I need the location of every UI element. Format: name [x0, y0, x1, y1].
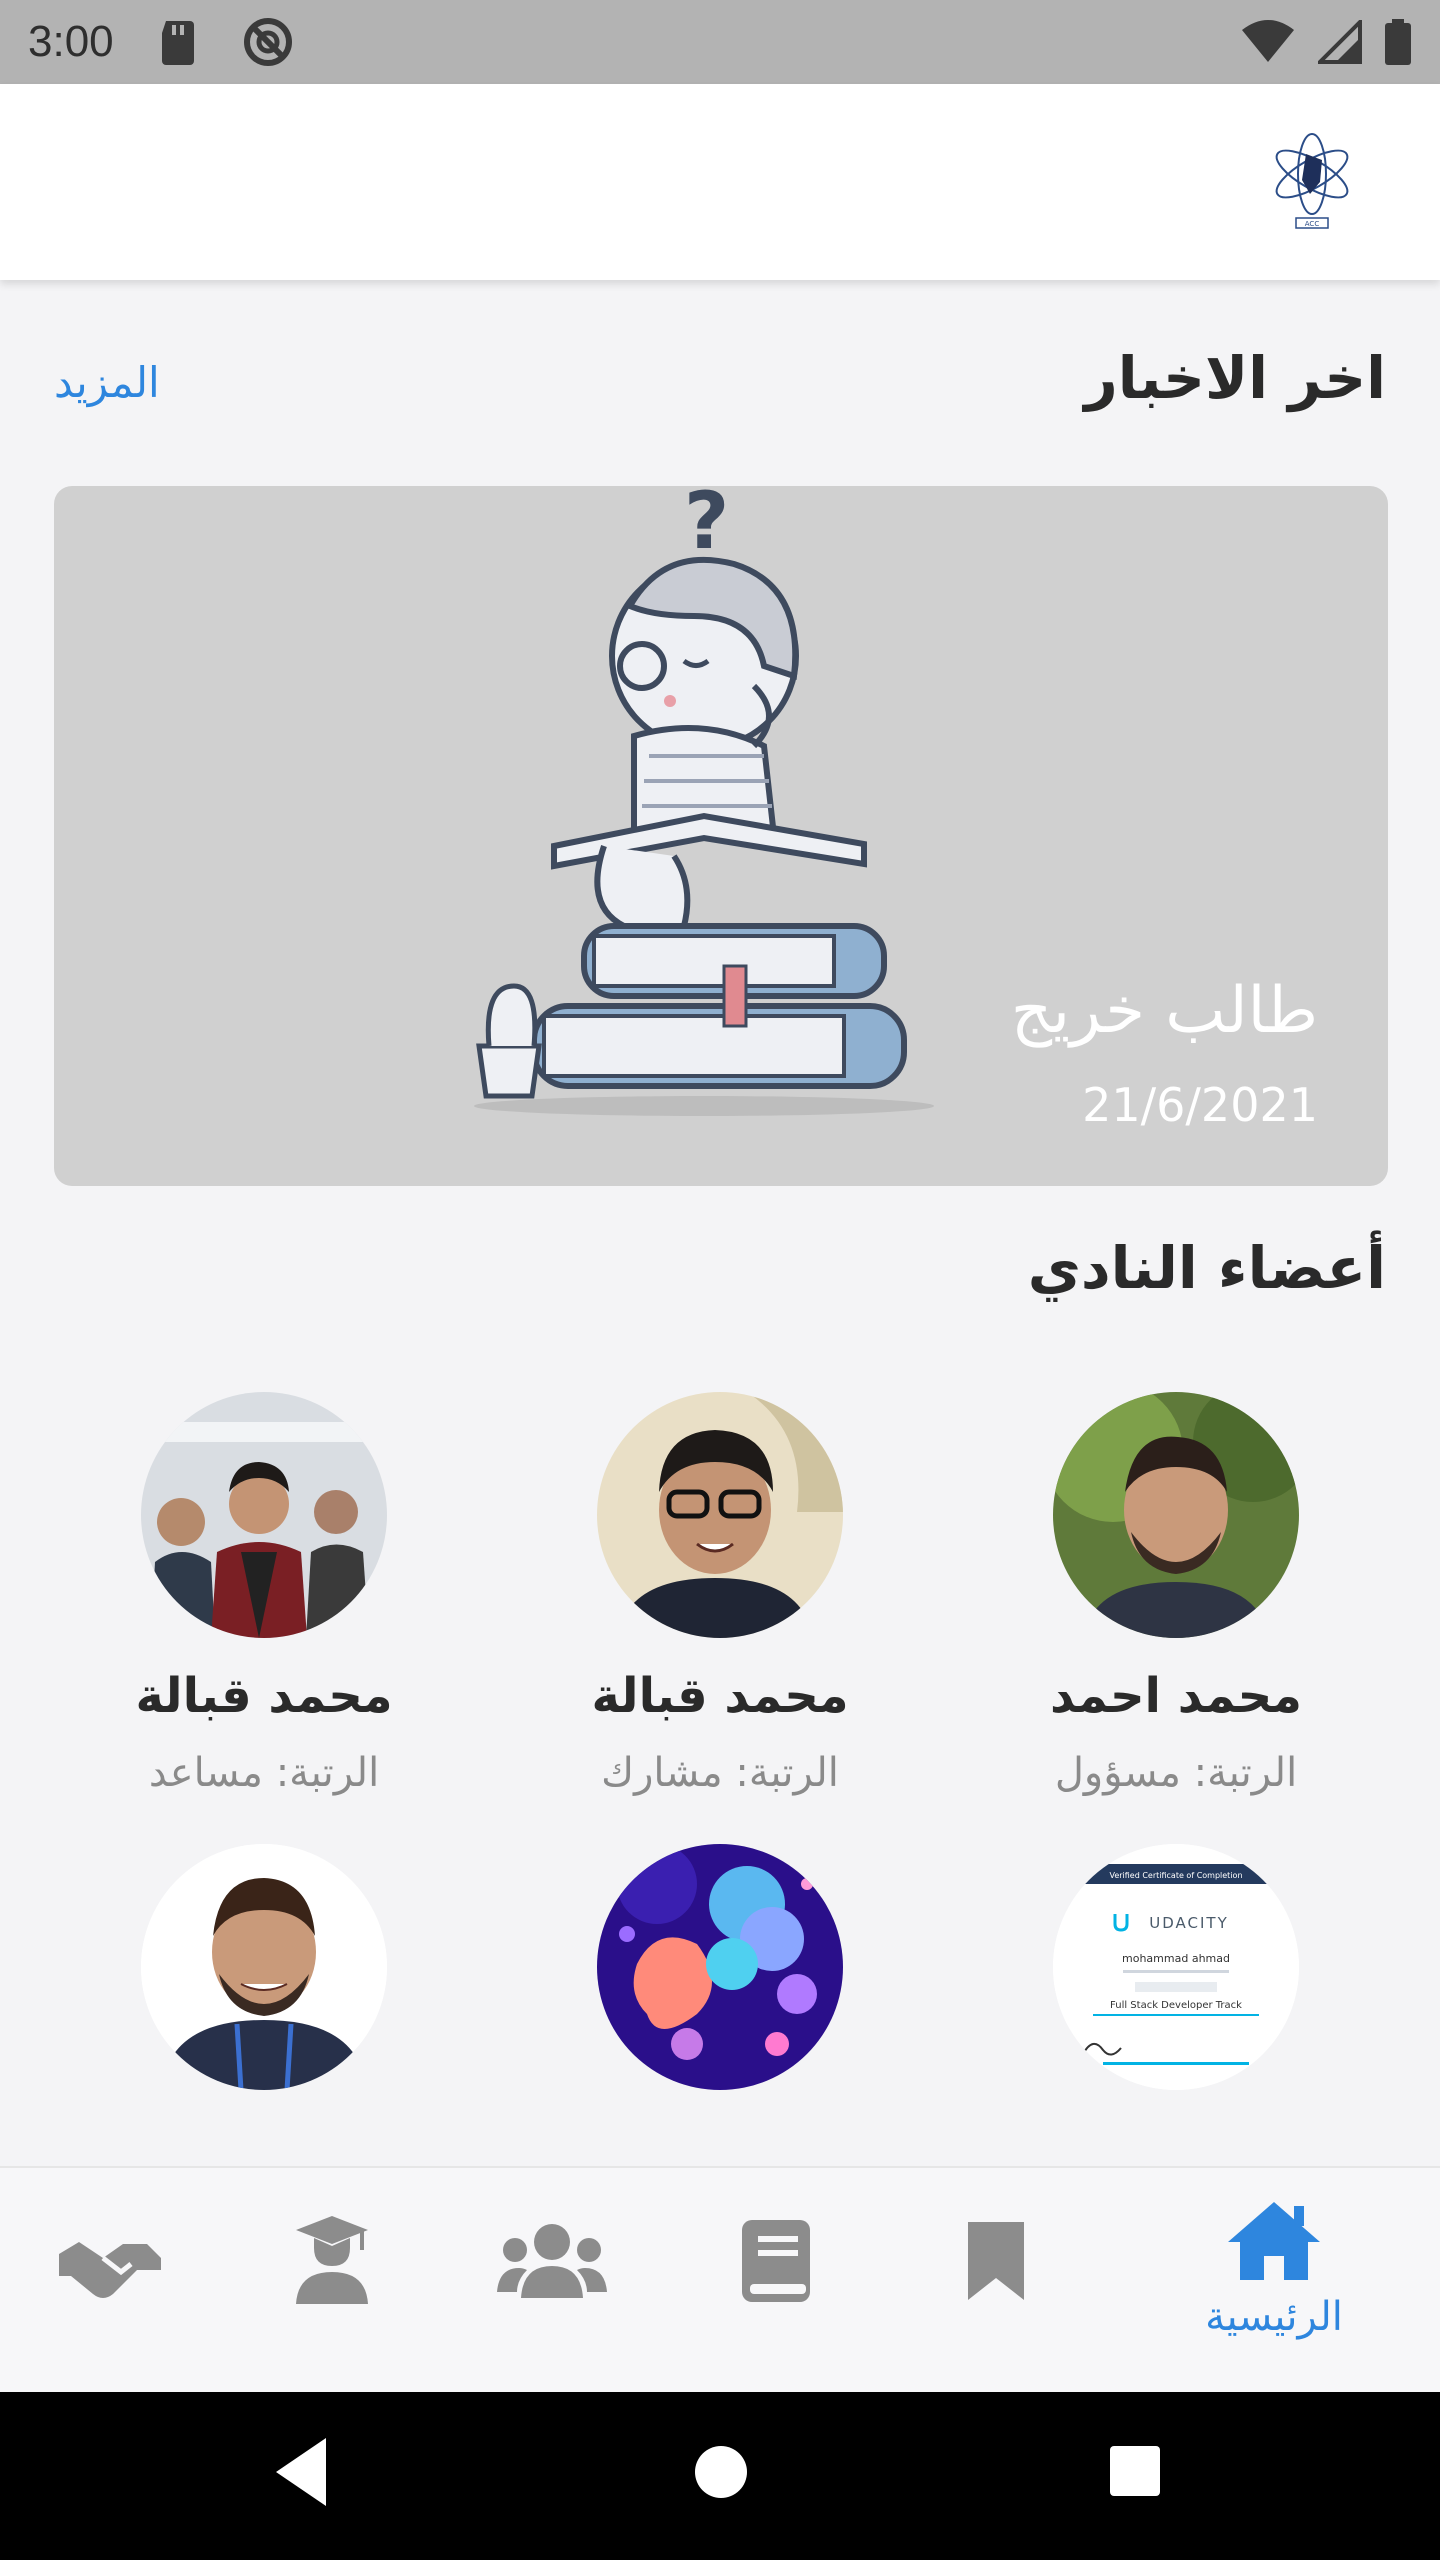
nav-partners[interactable] — [10, 2168, 210, 2394]
handshake-icon — [59, 2242, 161, 2298]
bookmark-icon — [968, 2222, 1024, 2300]
signal-icon — [1318, 20, 1362, 64]
system-nav-bar — [0, 2392, 1440, 2560]
certificate-avatar: Verified Certificate of Completion UDACI… — [1053, 1844, 1299, 2090]
logo-text: ACC — [1305, 220, 1320, 228]
member-card[interactable]: Verified Certificate of Completion UDACI… — [976, 1844, 1376, 2090]
member-card[interactable] — [520, 1844, 920, 2090]
member-avatar — [141, 1844, 387, 2090]
status-time: 3:00 — [28, 17, 114, 66]
member-name: محمد قبالة — [135, 1668, 393, 1724]
nav-library[interactable] — [676, 2168, 876, 2394]
battery-icon — [1384, 19, 1412, 65]
nav-members[interactable] — [452, 2168, 652, 2394]
more-news-link[interactable]: المزيد — [54, 358, 160, 407]
member-card[interactable]: محمد احمد الرتبة: مسؤول — [976, 1392, 1376, 1796]
nav-bookmarks[interactable] — [896, 2168, 1096, 2394]
nav-graduates[interactable] — [232, 2168, 432, 2394]
abstract-avatar — [597, 1844, 843, 2090]
graduate-icon — [296, 2216, 368, 2304]
bottom-nav: الرئيسية — [0, 2166, 1440, 2392]
nav-home-label: الرئيسية — [1205, 2294, 1343, 2340]
acc-logo: ACC — [1275, 133, 1349, 229]
student-thinking-illustration: ? — [474, 486, 934, 1116]
status-left: 3:00 — [28, 16, 294, 68]
member-avatar — [1053, 1392, 1299, 1638]
member-rank: الرتبة: مساعد — [148, 1750, 380, 1796]
recents-icon[interactable] — [1108, 2432, 1162, 2512]
member-card[interactable]: محمد قبالة الرتبة: مشارك — [520, 1392, 920, 1796]
certificate-name: mohammad ahmad — [1122, 1952, 1230, 1965]
app-bar: ACC — [0, 84, 1440, 280]
wifi-icon — [1240, 20, 1296, 64]
certificate-brand: UDACITY — [1149, 1914, 1229, 1932]
news-section-title: اخر الاخبار — [1084, 344, 1386, 412]
certificate-track: Full Stack Developer Track — [1110, 2000, 1242, 2011]
member-card[interactable] — [64, 1844, 464, 2090]
nav-home[interactable]: الرئيسية — [1174, 2168, 1374, 2394]
no-disturb-icon — [242, 16, 294, 68]
member-rank: الرتبة: مسؤول — [1054, 1750, 1298, 1796]
status-bar: 3:00 — [0, 0, 1440, 84]
status-right — [1240, 19, 1412, 65]
member-card[interactable]: محمد قبالة الرتبة: مساعد — [64, 1392, 464, 1796]
back-icon[interactable] — [270, 2432, 330, 2512]
certificate-header: Verified Certificate of Completion — [1109, 1871, 1242, 1880]
members-section-title: أعضاء النادي — [1027, 1234, 1386, 1302]
sd-card-icon — [158, 19, 198, 65]
member-avatar — [141, 1392, 387, 1638]
home-icon — [1228, 2202, 1320, 2280]
news-headline: طالب خريج — [1010, 974, 1318, 1048]
users-icon — [497, 2224, 607, 2298]
home-button-icon[interactable] — [694, 2432, 748, 2512]
member-name: محمد احمد — [1050, 1668, 1302, 1724]
book-icon — [742, 2220, 810, 2302]
svg-text:?: ? — [684, 486, 729, 567]
member-rank: الرتبة: مشارك — [601, 1750, 839, 1796]
member-avatar — [597, 1392, 843, 1638]
member-name: محمد قبالة — [591, 1668, 849, 1724]
news-date: 21/6/2021 — [1082, 1078, 1318, 1132]
news-card[interactable]: ? طالب خريج 21/6/2021 — [54, 486, 1388, 1186]
